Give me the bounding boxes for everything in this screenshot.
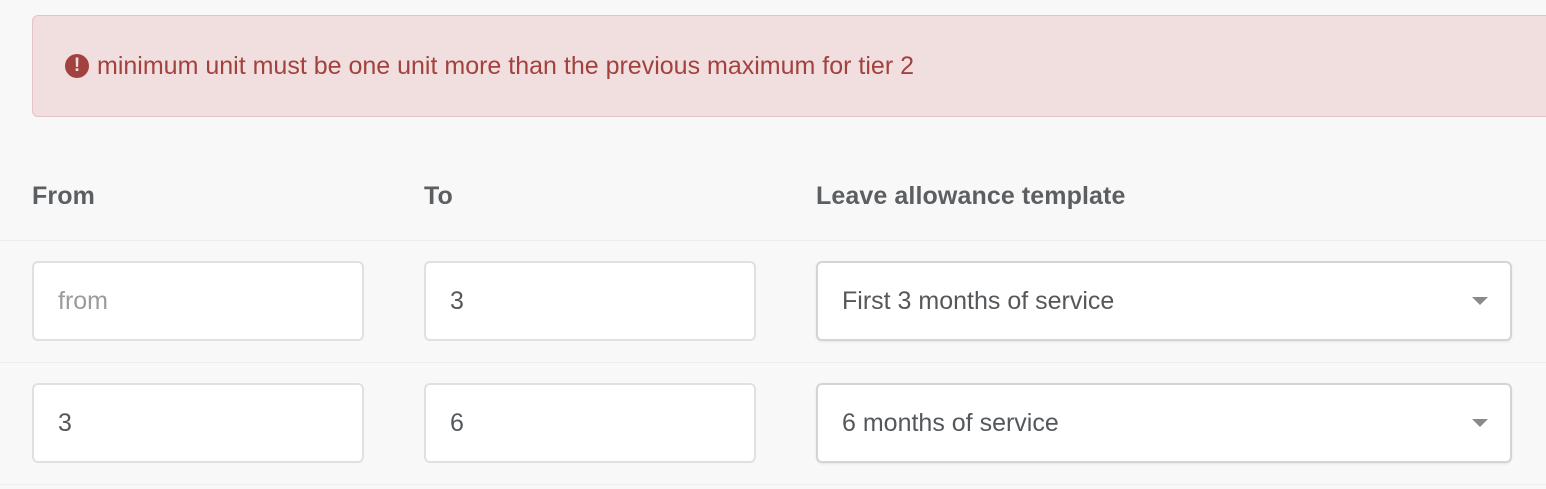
template-select-value: First 3 months of service <box>842 286 1115 315</box>
column-header-to: To <box>424 182 453 210</box>
error-alert: ! minimum unit must be one unit more tha… <box>32 15 1546 117</box>
error-message: minimum unit must be one unit more than … <box>97 51 915 80</box>
to-input-row-2[interactable]: 6 <box>424 383 756 463</box>
from-input-row-2[interactable]: 3 <box>32 383 364 463</box>
template-select-row-1[interactable]: First 3 months of service <box>816 261 1512 341</box>
row-divider <box>0 240 1546 241</box>
column-header-template: Leave allowance template <box>816 182 1126 210</box>
row-divider <box>0 484 1546 485</box>
template-select-value: 6 months of service <box>842 408 1059 437</box>
to-input-row-1[interactable]: 3 <box>424 261 756 341</box>
row-divider <box>0 362 1546 363</box>
exclamation-circle-icon: ! <box>65 54 89 78</box>
template-select-row-2[interactable]: 6 months of service <box>816 383 1512 463</box>
caret-down-icon <box>1472 419 1488 427</box>
column-header-from: From <box>32 182 95 210</box>
from-input-row-1[interactable]: from <box>32 261 364 341</box>
caret-down-icon <box>1472 297 1488 305</box>
